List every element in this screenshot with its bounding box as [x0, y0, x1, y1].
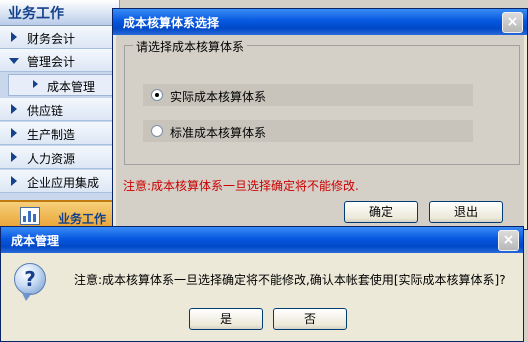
message-body: ? 注意:成本核算体系一旦选择确定将不能修改,确认本帐套使用[实际成本核算体系]… — [4, 253, 520, 341]
option-label: 标准成本核算体系 — [170, 126, 267, 140]
close-icon: × — [502, 232, 515, 248]
expand-arrow-icon — [11, 32, 17, 42]
nav-item-hr[interactable]: 人力资源 — [0, 146, 119, 169]
nav-item-manufacturing[interactable]: 生产制造 — [0, 122, 119, 145]
option-label: 实际成本核算体系 — [170, 90, 267, 104]
question-icon-tail — [22, 293, 32, 301]
expand-arrow-icon — [11, 176, 17, 186]
no-button[interactable]: 否 — [273, 308, 347, 330]
nav-subitem-cost-management[interactable]: 成本管理 — [8, 74, 119, 96]
nav-item-management-accounting[interactable]: 管理会计 — [0, 49, 119, 72]
nav-header: 业务工作 — [0, 0, 119, 26]
nav-bottom-label: 业务工作 — [58, 212, 107, 226]
expand-arrow-icon — [11, 128, 17, 138]
expand-arrow-icon — [11, 104, 17, 114]
question-icon: ? — [14, 263, 46, 295]
dialog-body: 请选择成本核算体系 实际成本核算体系 标准成本核算体系 注意:成本核算体系一旦选… — [116, 35, 524, 226]
yes-button[interactable]: 是 — [189, 308, 263, 330]
nav-item-label: 财务会计 — [27, 32, 76, 46]
chart-icon — [20, 207, 40, 225]
ok-button[interactable]: 确定 — [344, 201, 418, 223]
close-button[interactable]: × — [502, 12, 523, 33]
radio-button[interactable] — [151, 125, 163, 137]
close-button[interactable]: × — [498, 230, 519, 251]
cost-system-dialog: 成本核算体系选择 × 请选择成本核算体系 实际成本核算体系 标准成本核算体系 注… — [112, 8, 528, 230]
nav-item-enterprise-integration[interactable]: 企业应用集成 — [0, 170, 119, 193]
nav-item-label: 供应链 — [27, 104, 64, 118]
nav-subitem-label: 成本管理 — [47, 80, 96, 94]
message-text: 注意:成本核算体系一旦选择确定将不能修改,确认本帐套使用[实际成本核算体系]? — [74, 273, 506, 287]
option-standard-cost[interactable]: 标准成本核算体系 — [143, 120, 473, 142]
collapse-arrow-icon — [9, 58, 19, 64]
option-actual-cost[interactable]: 实际成本核算体系 — [143, 84, 473, 106]
nav-header-title: 业务工作 — [8, 6, 64, 22]
dialog-title: 成本核算体系选择 — [123, 16, 220, 30]
nav-item-finance[interactable]: 财务会计 — [0, 26, 119, 49]
nav-item-supply-chain[interactable]: 供应链 — [0, 98, 119, 121]
option-group: 请选择成本核算体系 实际成本核算体系 标准成本核算体系 — [124, 38, 520, 165]
nav-item-label: 企业应用集成 — [27, 176, 100, 190]
close-icon: × — [506, 14, 519, 30]
nav-item-label: 人力资源 — [27, 152, 76, 166]
group-label: 请选择成本核算体系 — [133, 38, 248, 55]
nav-item-label: 管理会计 — [27, 55, 76, 69]
arrow-icon — [33, 80, 38, 88]
radio-button-selected[interactable] — [151, 89, 163, 101]
message-title: 成本管理 — [11, 234, 60, 248]
expand-arrow-icon — [11, 152, 17, 162]
exit-button[interactable]: 退出 — [429, 201, 503, 223]
warning-notice: 注意:成本核算体系一旦选择确定将不能修改. — [123, 179, 359, 193]
nav-item-label: 生产制造 — [27, 128, 76, 142]
dialog-titlebar: 成本核算体系选择 × — [113, 9, 527, 35]
confirm-message-box: 成本管理 × ? 注意:成本核算体系一旦选择确定将不能修改,确认本帐套使用[实际… — [0, 226, 524, 342]
message-titlebar: 成本管理 × — [1, 227, 523, 253]
